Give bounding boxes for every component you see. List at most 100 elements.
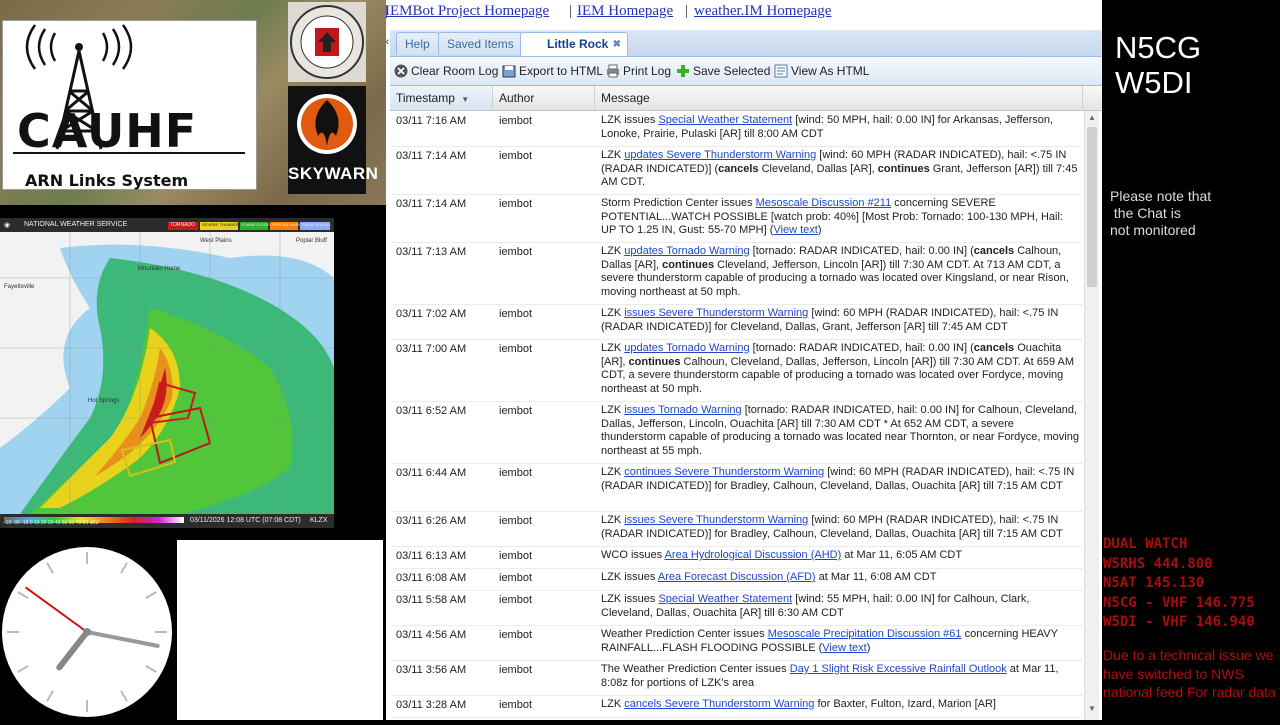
row-author: iembot — [499, 572, 533, 584]
scroll-thumb[interactable] — [1087, 127, 1097, 287]
skywarn-icon — [297, 94, 357, 154]
tab-saved-items[interactable]: Saved Items — [438, 32, 523, 55]
product-link[interactable]: Area Forecast Discussion (AFD) — [658, 571, 816, 583]
print-log-button[interactable]: Print Log — [606, 63, 671, 79]
product-link[interactable]: updates Tornado Warning — [624, 342, 749, 354]
message-row[interactable]: 03/11 7:02 AM iembot LZK issues Severe Thu… — [390, 304, 1083, 340]
row-message: LZK updates Tornado Warning [tornado: RA… — [601, 245, 1079, 299]
product-link[interactable]: issues Tornado Warning — [624, 404, 741, 416]
iem-homepage-link[interactable]: IEM Homepage — [577, 3, 673, 20]
message-text: WCO issues — [601, 549, 665, 561]
row-author: iembot — [499, 594, 533, 606]
product-link[interactable]: Mesoscale Discussion #211 — [756, 197, 892, 209]
row-timestamp: 03/11 7:14 AM — [396, 150, 467, 162]
message-row[interactable]: 03/11 7:16 AM iembot LZK issues Special We… — [390, 111, 1083, 147]
product-link[interactable]: Area Hydrological Discussion (AHD) — [665, 549, 842, 561]
product-link[interactable]: View text — [822, 642, 866, 654]
row-author: iembot — [499, 699, 533, 711]
analog-clock — [2, 547, 172, 717]
product-link[interactable]: updates Tornado Warning — [624, 245, 749, 257]
message-row[interactable]: 03/11 5:58 AM iembot LZK issues Special We… — [390, 590, 1083, 626]
product-link[interactable]: continues Severe Thunderstorm Warning — [624, 466, 824, 478]
header-links: r | IEMBot Project Homepage | IEM Homepa… — [386, 0, 1102, 28]
scroll-down-icon[interactable]: ▼ — [1088, 704, 1096, 713]
row-timestamp: 03/11 6:44 AM — [396, 467, 467, 479]
export-html-label: Export to HTML — [519, 64, 604, 78]
message-row[interactable]: 03/11 7:00 AM iembot LZK updates Tornado W… — [390, 339, 1083, 402]
scroll-up-icon[interactable]: ▲ — [1088, 113, 1096, 122]
sort-desc-icon: ▼ — [461, 95, 470, 104]
row-author: iembot — [499, 198, 533, 210]
row-message: LZK updates Tornado Warning [tornado: RA… — [601, 342, 1079, 396]
message-text: ) — [866, 641, 871, 654]
message-row[interactable]: 03/11 6:52 AM iembot LZK issues Tornado Wa… — [390, 401, 1083, 464]
message-row[interactable]: 03/11 3:56 AM iembot The Weather Predictio… — [390, 660, 1083, 696]
tab-close-icon[interactable]: ✖ — [613, 33, 621, 56]
clear-room-log-button[interactable]: Clear Room Log — [394, 63, 498, 79]
town-fayetteville: Fayetteville — [4, 284, 35, 290]
row-author: iembot — [499, 246, 533, 258]
callsigns: N5CG W5DI — [1115, 30, 1201, 100]
message-row[interactable]: 03/11 6:44 AM iembot LZK continues Severe … — [390, 463, 1083, 512]
dbz-scale-labels: -10 -30 -10 0 10 20 30 40 50 60 70 80 dB… — [4, 520, 99, 526]
product-link[interactable]: Mesoscale Precipitation Discussion #61 — [768, 628, 962, 640]
radar-header: ◉ NATIONAL WEATHER SERVICE TORNADO SEVER… — [0, 218, 334, 232]
row-author: iembot — [499, 150, 533, 162]
vertical-scrollbar[interactable]: ▲ ▼ — [1084, 111, 1099, 720]
central-arkansas-seal — [288, 2, 366, 82]
product-link[interactable]: updates Severe Thunderstorm Warning — [624, 149, 816, 161]
row-author: iembot — [499, 405, 533, 417]
row-timestamp: 03/11 7:16 AM — [396, 115, 467, 127]
radar-footer: -10 -30 -10 0 10 20 30 40 50 60 70 80 dB… — [0, 514, 334, 528]
message-text: Weather Prediction Center issues — [601, 628, 768, 640]
product-link[interactable]: issues Severe Thunderstorm Warning — [624, 514, 808, 526]
callsign-w5di: W5DI — [1115, 65, 1193, 100]
save-selected-button[interactable]: Save Selected — [676, 63, 770, 79]
message-text: [tornado: RADAR INDICATED, hail: 0.00 IN… — [749, 245, 974, 257]
view-as-html-button[interactable]: View As HTML — [774, 63, 869, 79]
weather-im-link[interactable]: weather.IM Homepage — [694, 3, 831, 20]
town-west-plains: West Plains — [200, 238, 232, 244]
row-timestamp: 03/11 7:00 AM — [396, 343, 467, 355]
iembot-project-link[interactable]: IEMBot Project Homepage — [386, 3, 549, 20]
export-html-button[interactable]: Export to HTML — [502, 63, 603, 79]
message-text: at Mar 11, 6:05 AM CDT — [841, 549, 963, 561]
message-row[interactable]: 03/11 3:28 AM iembot LZK cancels Severe Th… — [390, 695, 1083, 718]
message-row[interactable]: 03/11 7:13 AM iembot LZK updates Tornado W… — [390, 242, 1083, 305]
row-message: LZK cancels Severe Thunderstorm Warning … — [601, 698, 1079, 712]
row-timestamp: 03/11 7:14 AM — [396, 198, 467, 210]
product-link[interactable]: issues Severe Thunderstorm Warning — [624, 307, 808, 319]
cauhf-logo: CAUHF ARN Links System — [2, 20, 257, 190]
row-message: LZK issues Severe Thunderstorm Warning [… — [601, 307, 1079, 334]
column-author[interactable]: Author — [493, 86, 595, 110]
message-row[interactable]: 03/11 7:14 AM iembot Storm Prediction Cent… — [390, 194, 1083, 243]
product-link[interactable]: Special Weather Statement — [658, 114, 792, 126]
message-text: [tornado: RADAR INDICATED, hail: 0.00 IN… — [749, 342, 974, 354]
dual-watch-info: DUAL WATCH W5RHS 444.800 N5AT 145.130 N5… — [1103, 536, 1255, 630]
row-timestamp: 03/11 3:28 AM — [396, 699, 467, 711]
column-message[interactable]: Message — [595, 86, 1083, 110]
message-row[interactable]: 03/11 6:13 AM iembot WCO issues Area Hydro… — [390, 546, 1083, 569]
tab-help[interactable]: Help — [396, 32, 439, 55]
row-message: LZK issues Area Forecast Discussion (AFD… — [601, 571, 1079, 585]
message-row[interactable]: 03/11 7:14 AM iembot LZK updates Severe Th… — [390, 146, 1083, 195]
message-row[interactable]: 03/11 4:56 AM iembot Weather Prediction Ce… — [390, 625, 1083, 661]
product-link[interactable]: Day 1 Slight Risk Excessive Rainfall Out… — [790, 663, 1007, 675]
product-link[interactable]: View text — [773, 224, 817, 236]
message-row[interactable]: 03/11 6:26 AM iembot LZK issues Severe Thu… — [390, 511, 1083, 547]
chat-not-monitored-note: Please note that the Chat is not monitor… — [1110, 188, 1212, 238]
column-timestamp[interactable]: Timestamp ▼ — [390, 86, 493, 110]
link-separator: | — [685, 3, 689, 19]
product-link[interactable]: Special Weather Statement — [658, 593, 792, 605]
tab-little-rock[interactable]: Little Rock ✖ — [520, 32, 628, 56]
product-link[interactable]: cancels Severe Thunderstorm Warning — [624, 698, 814, 710]
action-keyword: continues — [628, 355, 681, 368]
legend-label-snow: SNOW SQUALL — [302, 222, 332, 227]
message-text: LZK — [601, 404, 625, 416]
town-mountain-home: Mountain Home — [138, 266, 181, 272]
toolbar: Clear Room Log Export to HTML Print Log … — [390, 57, 1102, 86]
clear-room-log-label: Clear Room Log — [411, 64, 499, 78]
technical-issue-note: Due to a technical issue we have switche… — [1103, 647, 1276, 700]
message-row[interactable]: 03/11 6:08 AM iembot LZK issues Area Forec… — [390, 568, 1083, 591]
row-author: iembot — [499, 515, 533, 527]
